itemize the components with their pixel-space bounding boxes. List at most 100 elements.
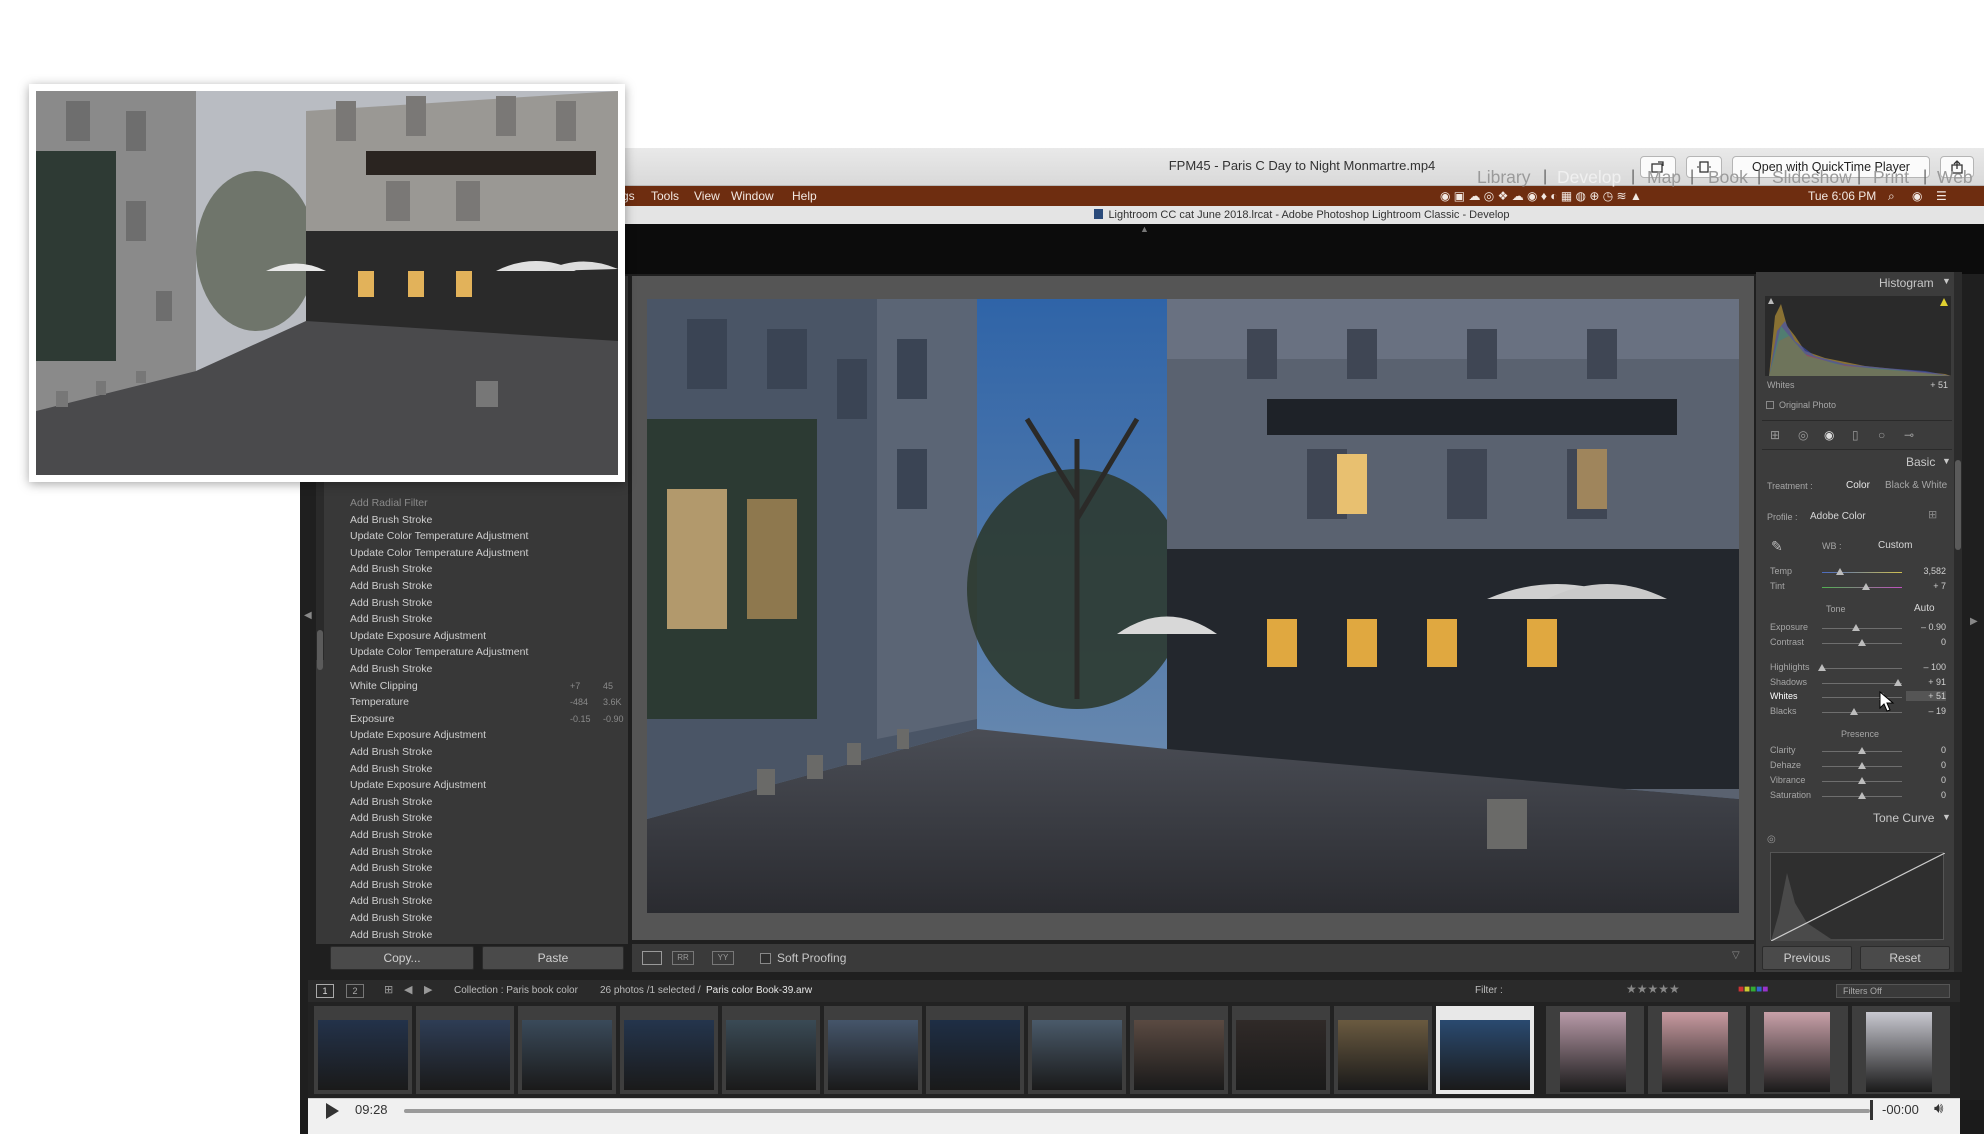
- history-item[interactable]: Add Brush Stroke: [350, 597, 432, 609]
- slider-value[interactable]: 0: [1906, 745, 1946, 755]
- slider-value[interactable]: 3,582: [1906, 566, 1946, 576]
- filmstrip-thumbnail[interactable]: [828, 1020, 918, 1090]
- reset-button[interactable]: Reset: [1860, 946, 1950, 970]
- slider-value[interactable]: + 7: [1906, 581, 1946, 591]
- slider-track[interactable]: [1822, 683, 1902, 684]
- module-slideshow[interactable]: Slideshow: [1772, 167, 1852, 188]
- history-item[interactable]: Add Radial Filter: [350, 497, 428, 509]
- menu-tools[interactable]: Tools: [651, 189, 679, 203]
- slider-handle[interactable]: [1858, 792, 1866, 799]
- basic-header[interactable]: Basic: [1906, 455, 1935, 469]
- treatment-black-white[interactable]: Black & White: [1885, 480, 1947, 491]
- spot-removal-icon[interactable]: ◎: [1798, 428, 1808, 442]
- tone-curve-graph[interactable]: [1770, 852, 1946, 942]
- filmstrip-thumbnail[interactable]: [624, 1020, 714, 1090]
- profile-select[interactable]: Adobe Color: [1810, 511, 1866, 522]
- secondary-display-button[interactable]: 2: [346, 984, 364, 998]
- slider-handle[interactable]: [1850, 708, 1858, 715]
- histogram-collapse-icon[interactable]: ▼: [1942, 276, 1951, 286]
- slider-handle[interactable]: [1851, 624, 1860, 631]
- history-item[interactable]: Add Brush Stroke: [350, 514, 432, 526]
- slider-handle[interactable]: [1858, 762, 1866, 769]
- slider-handle[interactable]: [1862, 583, 1870, 590]
- slider-value[interactable]: 0: [1906, 760, 1946, 770]
- slider-handle[interactable]: [1858, 747, 1866, 754]
- slider-value[interactable]: – 100: [1906, 662, 1946, 672]
- filmstrip-thumbnail[interactable]: [930, 1020, 1020, 1090]
- filmstrip-thumbnail[interactable]: [1866, 1012, 1932, 1092]
- notification-center-icon[interactable]: ☰: [1936, 189, 1947, 203]
- slider-value[interactable]: 0: [1906, 637, 1946, 647]
- filmstrip-thumbnail[interactable]: [1236, 1020, 1326, 1090]
- forward-arrow-icon[interactable]: ▶: [424, 983, 432, 996]
- slider-value[interactable]: 0: [1906, 790, 1946, 800]
- scrubber-handle[interactable]: [1870, 1100, 1873, 1120]
- history-scrollbar[interactable]: [317, 630, 323, 670]
- history-item[interactable]: Temperature: [350, 696, 409, 708]
- filmstrip-thumbnail[interactable]: [420, 1020, 510, 1090]
- module-web[interactable]: Web: [1937, 167, 1973, 188]
- grid-view-icon[interactable]: ⊞: [384, 983, 393, 996]
- history-item[interactable]: Add Brush Stroke: [350, 763, 432, 775]
- adjustment-brush-icon[interactable]: ⊸: [1904, 428, 1914, 442]
- filmstrip-thumbnail[interactable]: [1440, 1020, 1530, 1090]
- slider-value[interactable]: – 0.90: [1906, 622, 1946, 632]
- history-item[interactable]: Add Brush Stroke: [350, 563, 432, 575]
- menu-window[interactable]: Window: [731, 189, 774, 203]
- basic-collapse-icon[interactable]: ▼: [1942, 456, 1951, 466]
- history-item[interactable]: Update Color Temperature Adjustment: [350, 530, 528, 542]
- filmstrip-thumbnail[interactable]: [726, 1020, 816, 1090]
- slider-track[interactable]: [1822, 668, 1902, 669]
- filmstrip-thumbnail[interactable]: [1134, 1020, 1224, 1090]
- module-library[interactable]: Library: [1477, 167, 1531, 188]
- history-item[interactable]: Add Brush Stroke: [350, 895, 432, 907]
- history-item[interactable]: Add Brush Stroke: [350, 812, 432, 824]
- slider-value[interactable]: – 19: [1906, 706, 1946, 716]
- color-label-filter[interactable]: ■■■■■: [1738, 984, 1768, 995]
- slider-track[interactable]: [1822, 628, 1902, 629]
- slider-track[interactable]: [1822, 572, 1902, 573]
- original-photo-checkbox[interactable]: [1766, 401, 1774, 409]
- main-photo[interactable]: [647, 299, 1739, 913]
- primary-display-button[interactable]: 1: [316, 984, 334, 998]
- graduated-filter-icon[interactable]: ▯: [1852, 428, 1859, 442]
- tone-curve-header[interactable]: Tone Curve: [1873, 811, 1934, 825]
- history-item[interactable]: Update Exposure Adjustment: [350, 779, 486, 791]
- previous-button[interactable]: Previous: [1762, 946, 1852, 970]
- redeye-icon[interactable]: ◉: [1824, 428, 1834, 442]
- volume-icon[interactable]: 🔊︎: [1934, 1100, 1943, 1117]
- left-panel-collapse-icon[interactable]: ◀: [304, 610, 312, 621]
- scrubber-track[interactable]: [404, 1109, 1870, 1113]
- filmstrip-thumbnail[interactable]: [318, 1020, 408, 1090]
- history-item[interactable]: Update Exposure Adjustment: [350, 630, 486, 642]
- history-item[interactable]: Update Color Temperature Adjustment: [350, 547, 528, 559]
- before-after-toggle-icon[interactable]: YY: [712, 951, 734, 965]
- before-after-icon[interactable]: RR: [672, 951, 694, 965]
- treatment-color[interactable]: Color: [1846, 480, 1870, 491]
- auto-button[interactable]: Auto: [1914, 603, 1935, 614]
- history-item[interactable]: Add Brush Stroke: [350, 829, 432, 841]
- history-item[interactable]: Update Color Temperature Adjustment: [350, 646, 528, 658]
- menu-view[interactable]: View: [694, 189, 720, 203]
- soft-proofing-checkbox[interactable]: [760, 953, 771, 964]
- histogram-header[interactable]: Histogram: [1879, 276, 1934, 290]
- profile-browser-icon[interactable]: ⊞: [1928, 508, 1937, 521]
- slider-handle[interactable]: [1858, 777, 1866, 784]
- slider-handle[interactable]: [1894, 679, 1902, 686]
- slider-value[interactable]: 0: [1906, 775, 1946, 785]
- history-item[interactable]: Exposure: [350, 713, 394, 725]
- copy-button[interactable]: Copy...: [330, 946, 474, 970]
- history-item[interactable]: Update Exposure Adjustment: [350, 729, 486, 741]
- wb-select[interactable]: Custom: [1878, 540, 1912, 551]
- history-item[interactable]: Add Brush Stroke: [350, 879, 432, 891]
- filmstrip-thumbnail[interactable]: [1662, 1012, 1728, 1092]
- history-item[interactable]: Add Brush Stroke: [350, 663, 432, 675]
- radial-filter-icon[interactable]: ○: [1878, 428, 1885, 442]
- filmstrip-thumbnail[interactable]: [1560, 1012, 1626, 1092]
- histogram[interactable]: [1765, 296, 1951, 376]
- filters-off-select[interactable]: Filters Off: [1836, 984, 1950, 998]
- slider-handle[interactable]: [1835, 568, 1844, 575]
- right-panel-collapse-icon[interactable]: ▶: [1970, 616, 1978, 627]
- target-adjustment-icon[interactable]: ◎: [1767, 834, 1776, 845]
- slider-handle[interactable]: [1858, 639, 1866, 646]
